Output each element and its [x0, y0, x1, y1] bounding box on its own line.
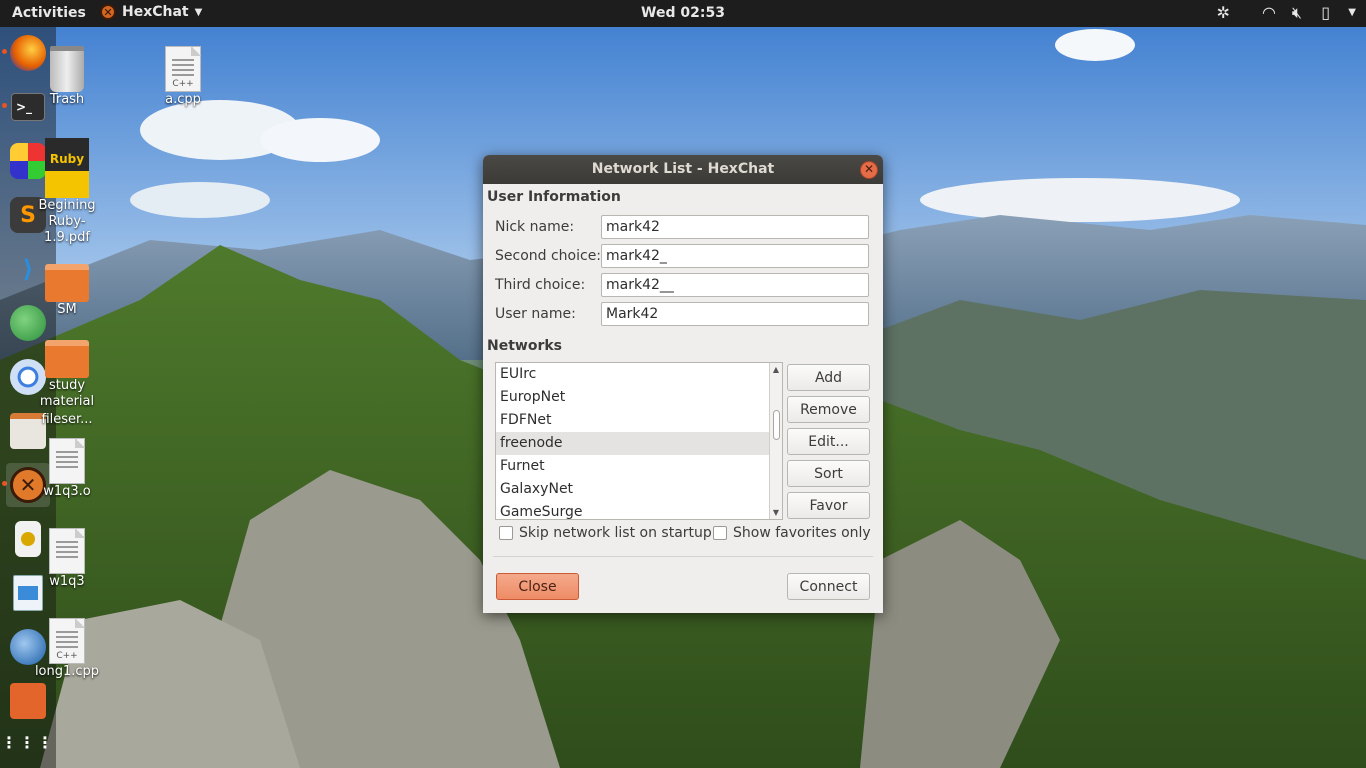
folder-icon [45, 264, 89, 302]
network-list-item[interactable]: EUIrc [496, 363, 782, 386]
desktop-icon-label: fileser... [41, 412, 93, 427]
desktop-icon-label: study material [39, 378, 95, 409]
nick-name-label: Nick name: [495, 219, 575, 235]
close-icon[interactable]: ✕ [860, 161, 878, 179]
skip-network-list-checkbox[interactable] [499, 526, 513, 540]
network-list[interactable]: EUIrc EuropNet FDFNet freenode Furnet Ga… [495, 362, 783, 520]
desktop-icon-label: Trash [49, 92, 85, 107]
object-file-icon [49, 438, 85, 484]
dock-show-apps[interactable]: ⋮⋮⋮ [1, 721, 55, 765]
desktop-icon-w1q3-o[interactable]: w1q3.o [22, 438, 112, 499]
file-type-badge: C++ [56, 651, 78, 661]
cpp-file-icon: C++ [165, 46, 201, 92]
dock-software-store[interactable] [6, 679, 50, 723]
desktop-icon-label: long1.cpp [34, 664, 100, 679]
trash-icon [50, 46, 84, 92]
nick-name-input[interactable] [601, 215, 869, 239]
dialog-separator [493, 556, 873, 557]
skip-network-list-label: Skip network list on startup [519, 525, 712, 541]
network-list-item[interactable]: GameSurge [496, 501, 782, 519]
networks-heading: Networks [487, 338, 563, 354]
second-choice-label: Second choice: [495, 248, 602, 264]
app-menu[interactable]: ✕ HexChat ▼ [100, 4, 202, 20]
edit-network-button[interactable]: Edit... [787, 428, 870, 455]
clock[interactable]: Wed 02:53 [641, 5, 725, 21]
sort-networks-button[interactable]: Sort [787, 460, 870, 487]
clock-container: Wed 02:53 [0, 5, 1366, 21]
activities-button[interactable]: Activities [12, 5, 86, 21]
network-list-scrollbar[interactable]: ▲ ▼ [769, 363, 782, 519]
show-favorites-option[interactable]: Show favorites only [713, 525, 871, 541]
desktop-icon-label: w1q3.o [43, 484, 91, 499]
menu-arrow-icon[interactable]: ▼ [1348, 3, 1356, 23]
user-name-input[interactable] [601, 302, 869, 326]
wifi-icon[interactable]: ◠ [1262, 3, 1276, 23]
third-choice-label: Third choice: [495, 277, 586, 293]
skip-network-list-option[interactable]: Skip network list on startup [499, 525, 712, 541]
chevron-down-icon: ▼ [194, 6, 203, 18]
desktop-icon-label: Begining Ruby-1.9.pdf [38, 198, 96, 245]
desktop-icon-a-cpp[interactable]: C++ a.cpp [138, 46, 228, 107]
hexchat-icon: ✕ [100, 4, 116, 20]
shopping-bag-icon [10, 683, 46, 719]
network-list-item[interactable]: GalaxyNet [496, 478, 782, 501]
add-network-button[interactable]: Add [787, 364, 870, 391]
top-bar: Activities ✕ HexChat ▼ Wed 02:53 ✲ ◠ 🔇︎ … [0, 0, 1366, 27]
app-menu-label: HexChat [122, 4, 189, 20]
file-type-badge: C++ [172, 79, 194, 89]
pdf-cover-icon: Ruby [45, 138, 89, 198]
desktop-icon-study-material[interactable]: study material [22, 340, 112, 410]
desktop-icon-trash[interactable]: Trash [22, 46, 112, 107]
favor-network-button[interactable]: Favor [787, 492, 870, 519]
desktop-icon-label: a.cpp [165, 92, 201, 107]
scroll-down-icon[interactable]: ▼ [770, 508, 782, 517]
connect-button[interactable]: Connect [787, 573, 870, 600]
dialog-title: Network List - HexChat [591, 161, 775, 177]
desktop-icon-fileser[interactable]: fileser... [22, 412, 112, 427]
third-choice-input[interactable] [601, 273, 869, 297]
desktop-icon-label: SM [57, 302, 77, 317]
executable-file-icon [49, 528, 85, 574]
grid-icon: ⋮⋮⋮ [1, 733, 55, 752]
desktop-icon-label: w1q3 [49, 574, 85, 589]
network-list-dialog: Network List - HexChat ✕ User Informatio… [483, 155, 883, 613]
dialog-titlebar[interactable]: Network List - HexChat ✕ [483, 155, 883, 184]
volume-muted-icon[interactable]: 🔇︎ [1292, 3, 1302, 23]
show-favorites-label: Show favorites only [733, 525, 871, 541]
cpp-file-icon: C++ [49, 618, 85, 664]
desktop-icon-w1q3[interactable]: w1q3 [22, 528, 112, 589]
show-favorites-checkbox[interactable] [713, 526, 727, 540]
user-name-label: User name: [495, 306, 576, 322]
desktop-icon-long1-cpp[interactable]: C++ long1.cpp [22, 618, 112, 679]
second-choice-input[interactable] [601, 244, 869, 268]
network-list-item[interactable]: Furnet [496, 455, 782, 478]
close-button[interactable]: Close [496, 573, 579, 600]
battery-icon[interactable]: ▯ [1321, 3, 1330, 23]
user-information-heading: User Information [487, 189, 621, 205]
scroll-up-icon[interactable]: ▲ [770, 365, 782, 374]
network-list-item-selected[interactable]: freenode [496, 432, 782, 455]
network-list-item[interactable]: EuropNet [496, 386, 782, 409]
remove-network-button[interactable]: Remove [787, 396, 870, 423]
scrollbar-thumb[interactable] [773, 410, 780, 440]
desktop-icon-ruby-pdf[interactable]: Ruby Begining Ruby-1.9.pdf [22, 138, 112, 246]
network-list-item[interactable]: FDFNet [496, 409, 782, 432]
desktop-icon-sm[interactable]: SM [22, 264, 112, 317]
accessibility-icon[interactable]: ✲ [1217, 3, 1230, 23]
book-cover-title: Ruby [49, 152, 85, 166]
folder-icon [45, 340, 89, 378]
